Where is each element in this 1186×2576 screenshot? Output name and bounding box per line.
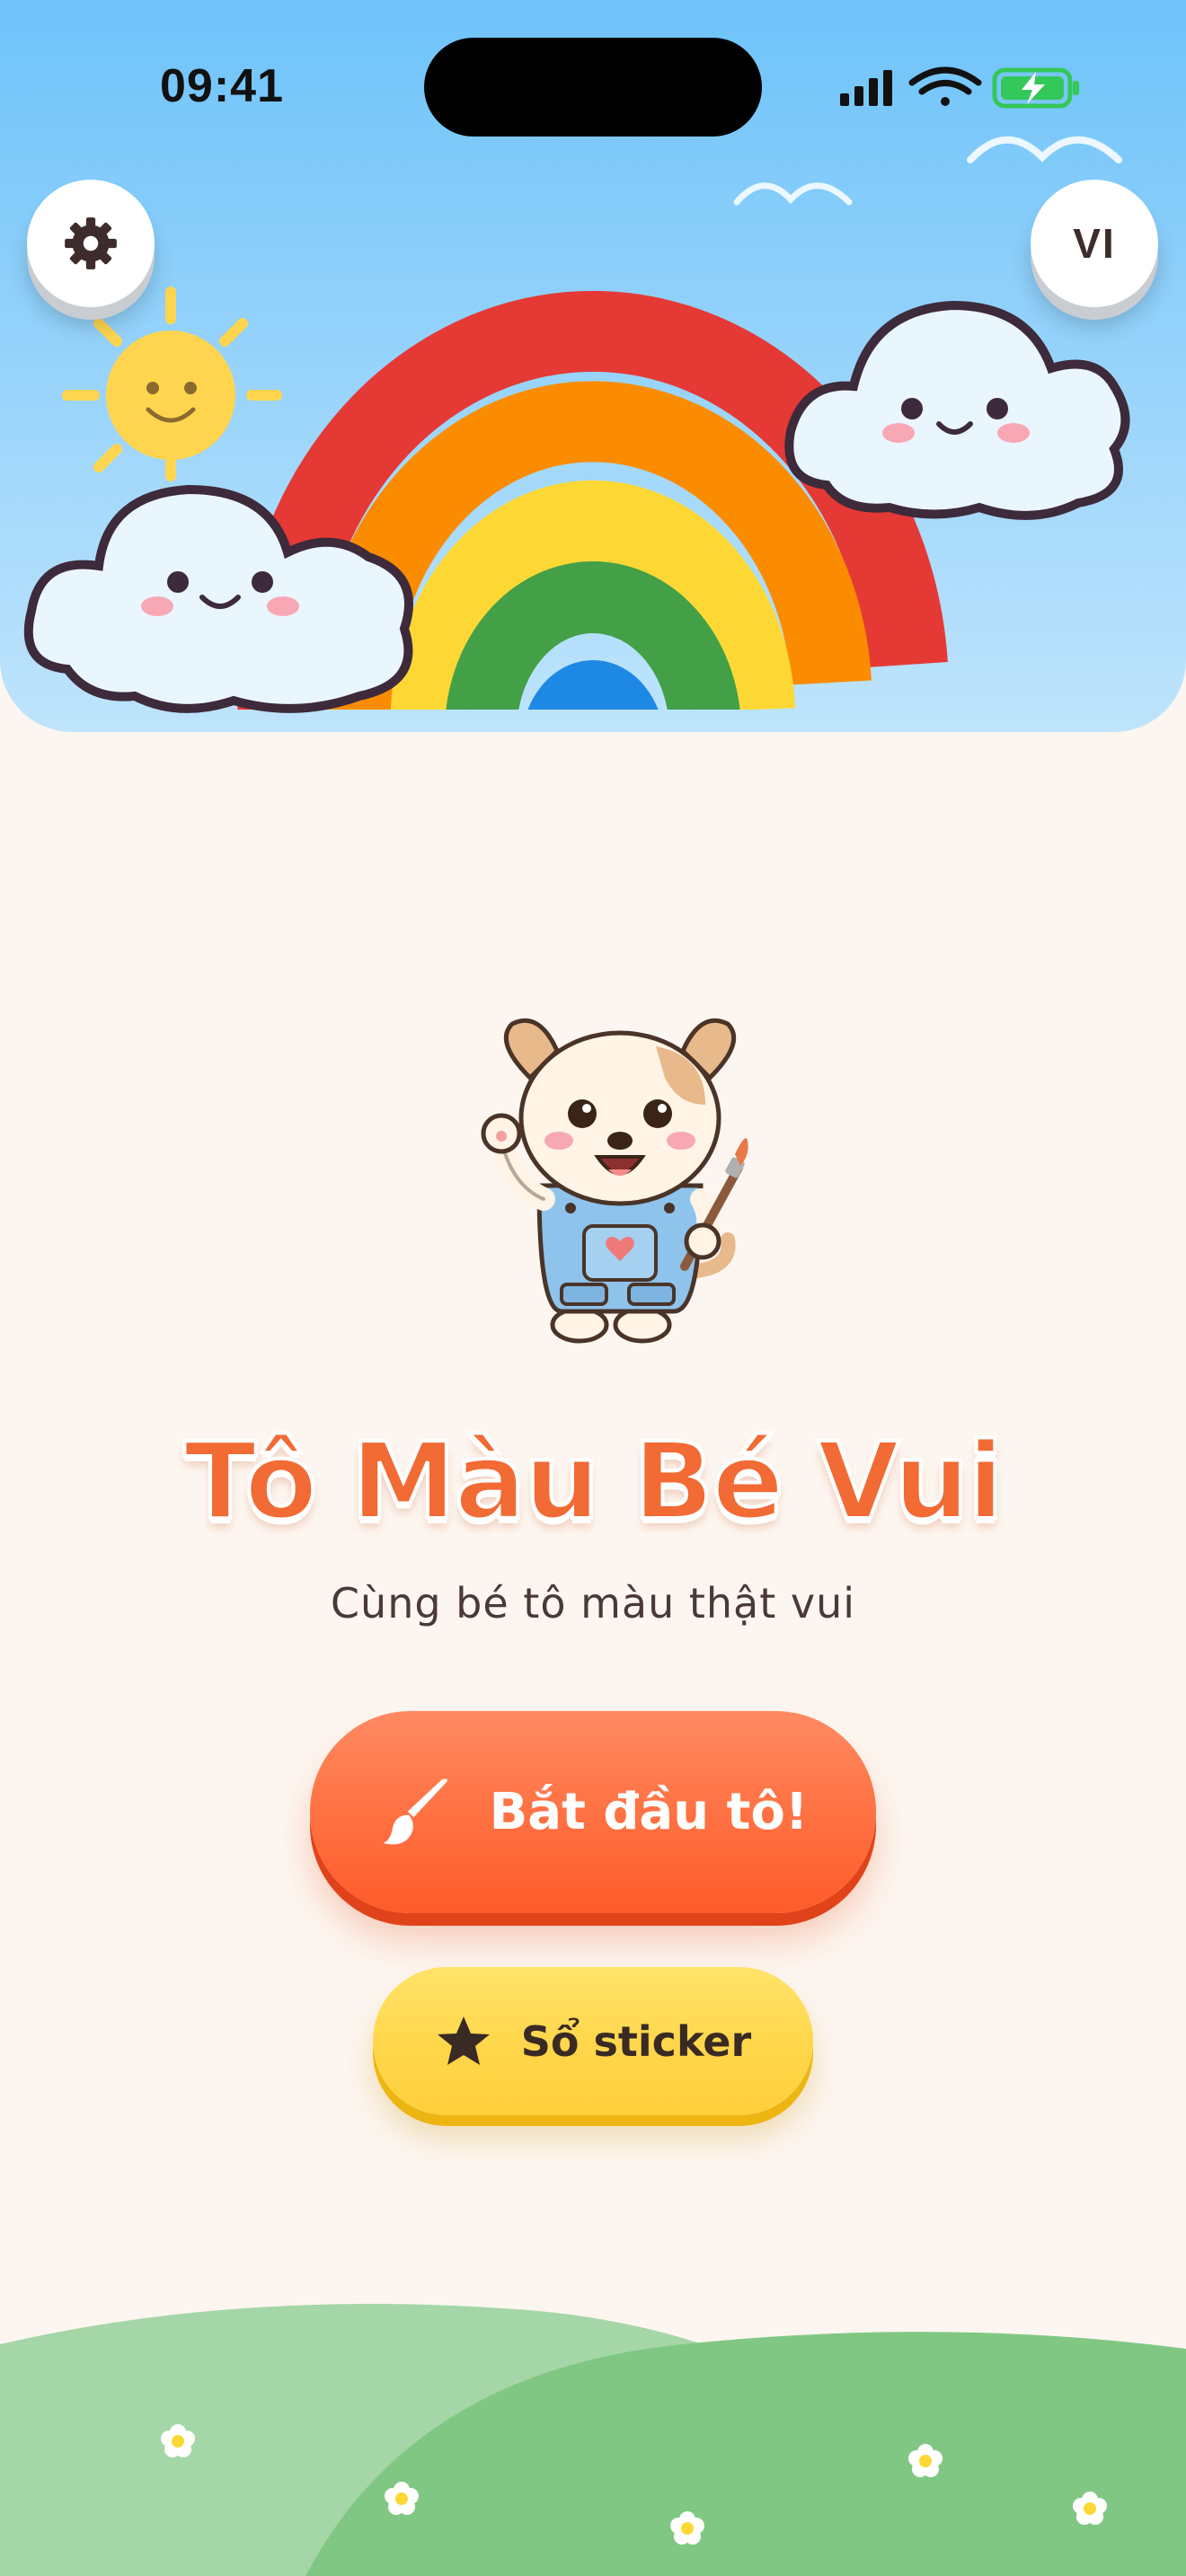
app-subtitle: Cùng bé tô màu thật vui [330,1579,856,1628]
sticker-book-button[interactable]: Sổ sticker [373,1967,813,2115]
sticker-button-label: Sổ sticker [520,2016,752,2066]
status-icons [840,66,1079,109]
cloud-right [784,300,1130,520]
start-button-label: Bắt đầu tô! [489,1783,809,1841]
sun-illustration [62,287,282,481]
puppy-mascot [481,1018,748,1344]
language-button[interactable]: VI [1031,180,1158,307]
grass-hills [0,2304,1186,2576]
sky-header: 09:41 VI [0,0,1186,732]
app-title: Tô Màu Bé Vui [182,1417,1005,1545]
home-screen: 09:41 VI Tô Màu Bé Vui Cùng bé tô màu th… [0,0,1186,2576]
battery-icon [992,67,1079,109]
star-icon [437,2016,490,2065]
gear-icon [65,217,117,269]
wifi-icon [908,66,982,106]
status-time: 09:41 [160,60,284,112]
signal-icon [840,70,892,106]
paintbrush-icon [382,1778,447,1844]
dynamic-island [424,38,762,137]
start-coloring-button[interactable]: Bắt đầu tô! [310,1711,876,1913]
language-code: VI [1073,220,1116,267]
settings-button[interactable] [27,180,155,307]
